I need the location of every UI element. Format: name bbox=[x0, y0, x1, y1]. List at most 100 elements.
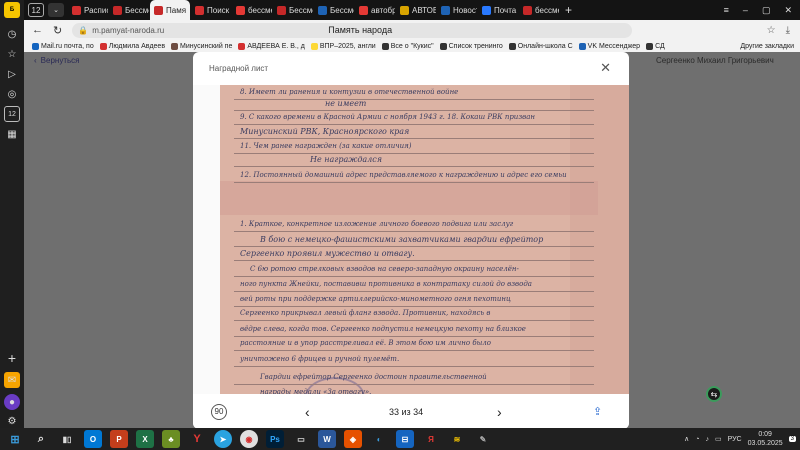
language-indicator[interactable]: РУС bbox=[728, 436, 742, 443]
windows-start-icon[interactable]: ⊞ bbox=[6, 430, 24, 448]
bookmark-label: Список тренинго bbox=[448, 42, 503, 50]
app-yellow-icon[interactable]: ≋ bbox=[448, 430, 466, 448]
excel-icon[interactable]: X bbox=[136, 430, 154, 448]
add-icon[interactable]: + bbox=[4, 350, 20, 366]
tab-favicon-icon bbox=[523, 5, 532, 15]
document-rule bbox=[234, 182, 594, 183]
alice-icon[interactable]: ◎ bbox=[4, 86, 20, 102]
next-page-icon[interactable]: › bbox=[497, 404, 502, 420]
tab-list-chevron-icon[interactable]: ⌄ bbox=[48, 3, 64, 17]
tab[interactable]: Бессме bbox=[314, 1, 354, 19]
yandex-icon[interactable]: Я bbox=[422, 430, 440, 448]
edge-icon[interactable]: ◐ bbox=[370, 430, 388, 448]
wifi-icon[interactable]: ◔ bbox=[695, 436, 699, 443]
search-icon[interactable]: ⌕ bbox=[32, 430, 50, 448]
yandex-logo-icon[interactable]: Б bbox=[4, 2, 20, 18]
share-icon[interactable]: ⇪ bbox=[593, 405, 602, 418]
address-field[interactable]: 🔒 m.pamyat-naroda.ru Память народа bbox=[72, 22, 633, 38]
bookmark-label: Все о "Кукис" bbox=[390, 42, 434, 50]
photoshop-icon[interactable]: Ps bbox=[266, 430, 284, 448]
bookmark-item[interactable]: Онлайн-школа С bbox=[508, 42, 573, 50]
tab-bar: 12 ⌄ Распис Бессме Памя Поиск н бессме Бессме… bbox=[24, 0, 800, 20]
tab[interactable]: Почта bbox=[478, 1, 518, 19]
document-rule bbox=[234, 110, 594, 111]
task-view-icon[interactable]: ▮▯ bbox=[58, 430, 76, 448]
maximize-icon[interactable]: ▢ bbox=[762, 5, 771, 16]
monitor-icon[interactable]: ▭ bbox=[292, 430, 310, 448]
document-rule bbox=[234, 246, 594, 247]
refresh-icon[interactable]: ↻ bbox=[53, 24, 62, 37]
bookmark-item[interactable]: Все о "Кукис" bbox=[381, 42, 434, 50]
close-window-icon[interactable]: ✕ bbox=[784, 5, 792, 16]
award-sheet-modal: Наградной лист ✕ 8. Имеет ли ранения и к… bbox=[193, 52, 629, 429]
tab[interactable]: бессме bbox=[519, 1, 559, 19]
tray-chevron-icon[interactable]: ∧ bbox=[684, 435, 689, 443]
store-icon[interactable]: ⊟ bbox=[396, 430, 414, 448]
minimize-icon[interactable]: – bbox=[743, 5, 748, 16]
tab[interactable]: Бессме bbox=[273, 1, 313, 19]
app-orange-icon[interactable]: ◈ bbox=[344, 430, 362, 448]
bookmark-item[interactable]: СД bbox=[646, 42, 665, 50]
alice-assistant-icon[interactable]: ● bbox=[4, 394, 20, 410]
rotate-icon[interactable]: 90 bbox=[211, 403, 227, 420]
tab-label: Бессме bbox=[330, 5, 354, 15]
url-text: m.pamyat-naroda.ru bbox=[92, 25, 165, 35]
bookmark-star-icon[interactable]: ☆ bbox=[767, 25, 776, 36]
tab[interactable]: Новост bbox=[437, 1, 477, 19]
mail-icon[interactable]: ✉ bbox=[4, 372, 20, 388]
prev-page-icon[interactable]: ‹ bbox=[305, 404, 310, 420]
telegram-icon[interactable]: ➤ bbox=[214, 430, 232, 448]
tab[interactable]: бессме bbox=[232, 1, 272, 19]
notification-badge[interactable]: 3 bbox=[788, 436, 796, 442]
document-rule bbox=[234, 138, 594, 139]
yandex-browser-icon[interactable]: Y bbox=[188, 430, 206, 448]
app-icon[interactable]: ♣ bbox=[162, 430, 180, 448]
document-rule bbox=[234, 366, 594, 367]
tab[interactable]: АВТОБ bbox=[396, 1, 436, 19]
document-rule bbox=[234, 276, 594, 277]
play-icon[interactable]: ▷ bbox=[4, 66, 20, 82]
clock[interactable]: 0:09 03.05.2025 bbox=[748, 430, 783, 448]
close-icon[interactable]: ✕ bbox=[600, 60, 611, 76]
bookmark-item[interactable]: Людмила Авдеев bbox=[99, 42, 165, 50]
new-tab-icon[interactable]: + bbox=[565, 3, 572, 17]
document-rule bbox=[234, 336, 594, 337]
app-gray-icon[interactable]: ✎ bbox=[474, 430, 492, 448]
tab-favicon-icon bbox=[113, 5, 122, 15]
bookmark-item[interactable]: АВДЕЕВА Е. В., д bbox=[238, 42, 305, 50]
tabs-count-icon[interactable]: 12 bbox=[4, 106, 20, 122]
tab-count-button[interactable]: 12 bbox=[28, 3, 44, 17]
tab[interactable]: Поиск н bbox=[191, 1, 231, 19]
document-rule bbox=[234, 153, 594, 154]
tab[interactable]: Памя bbox=[150, 0, 190, 20]
bookmark-item[interactable]: Mail.ru почта, по bbox=[32, 42, 94, 50]
document-rule bbox=[234, 99, 594, 100]
document-line: Сергеенко прикрывал левый фланг взвода. … bbox=[240, 309, 491, 317]
document-rule bbox=[234, 260, 594, 261]
bookmark-item[interactable]: ВПР–2025, англи bbox=[310, 42, 376, 50]
tab[interactable]: Бессме bbox=[109, 1, 149, 19]
bookmark-favicon-icon bbox=[238, 42, 246, 50]
outlook-icon[interactable]: O bbox=[84, 430, 102, 448]
download-icon[interactable]: ⤓ bbox=[786, 25, 790, 36]
battery-icon[interactable]: ▭ bbox=[715, 435, 722, 443]
other-bookmarks[interactable]: Другие закладки bbox=[740, 43, 794, 50]
window-menu-icon[interactable]: ≡ bbox=[724, 5, 729, 16]
bookmark-item[interactable]: Список тренинго bbox=[439, 42, 503, 50]
back-link[interactable]: ‹ Вернуться bbox=[34, 56, 80, 65]
grid-icon[interactable]: ▦ bbox=[4, 126, 20, 142]
history-icon[interactable]: ◷ bbox=[4, 26, 20, 42]
volume-icon[interactable]: ♪ bbox=[705, 436, 709, 443]
bookmark-item[interactable]: Минусинский пе bbox=[171, 42, 232, 50]
tab[interactable]: Распис bbox=[68, 1, 108, 19]
bookmarks-icon[interactable]: ☆ bbox=[4, 46, 20, 62]
powerpoint-icon[interactable]: P bbox=[110, 430, 128, 448]
tab[interactable]: автобр bbox=[355, 1, 395, 19]
bookmark-item[interactable]: VK Мессенджер bbox=[578, 42, 640, 50]
back-arrow-icon[interactable]: ← bbox=[32, 24, 43, 36]
floating-action-icon[interactable]: ⇆ bbox=[706, 386, 722, 402]
settings-icon[interactable]: ⚙ bbox=[4, 413, 20, 429]
tab-favicon-icon bbox=[359, 5, 368, 15]
word-icon[interactable]: W bbox=[318, 430, 336, 448]
chrome-icon[interactable]: ◉ bbox=[240, 430, 258, 448]
